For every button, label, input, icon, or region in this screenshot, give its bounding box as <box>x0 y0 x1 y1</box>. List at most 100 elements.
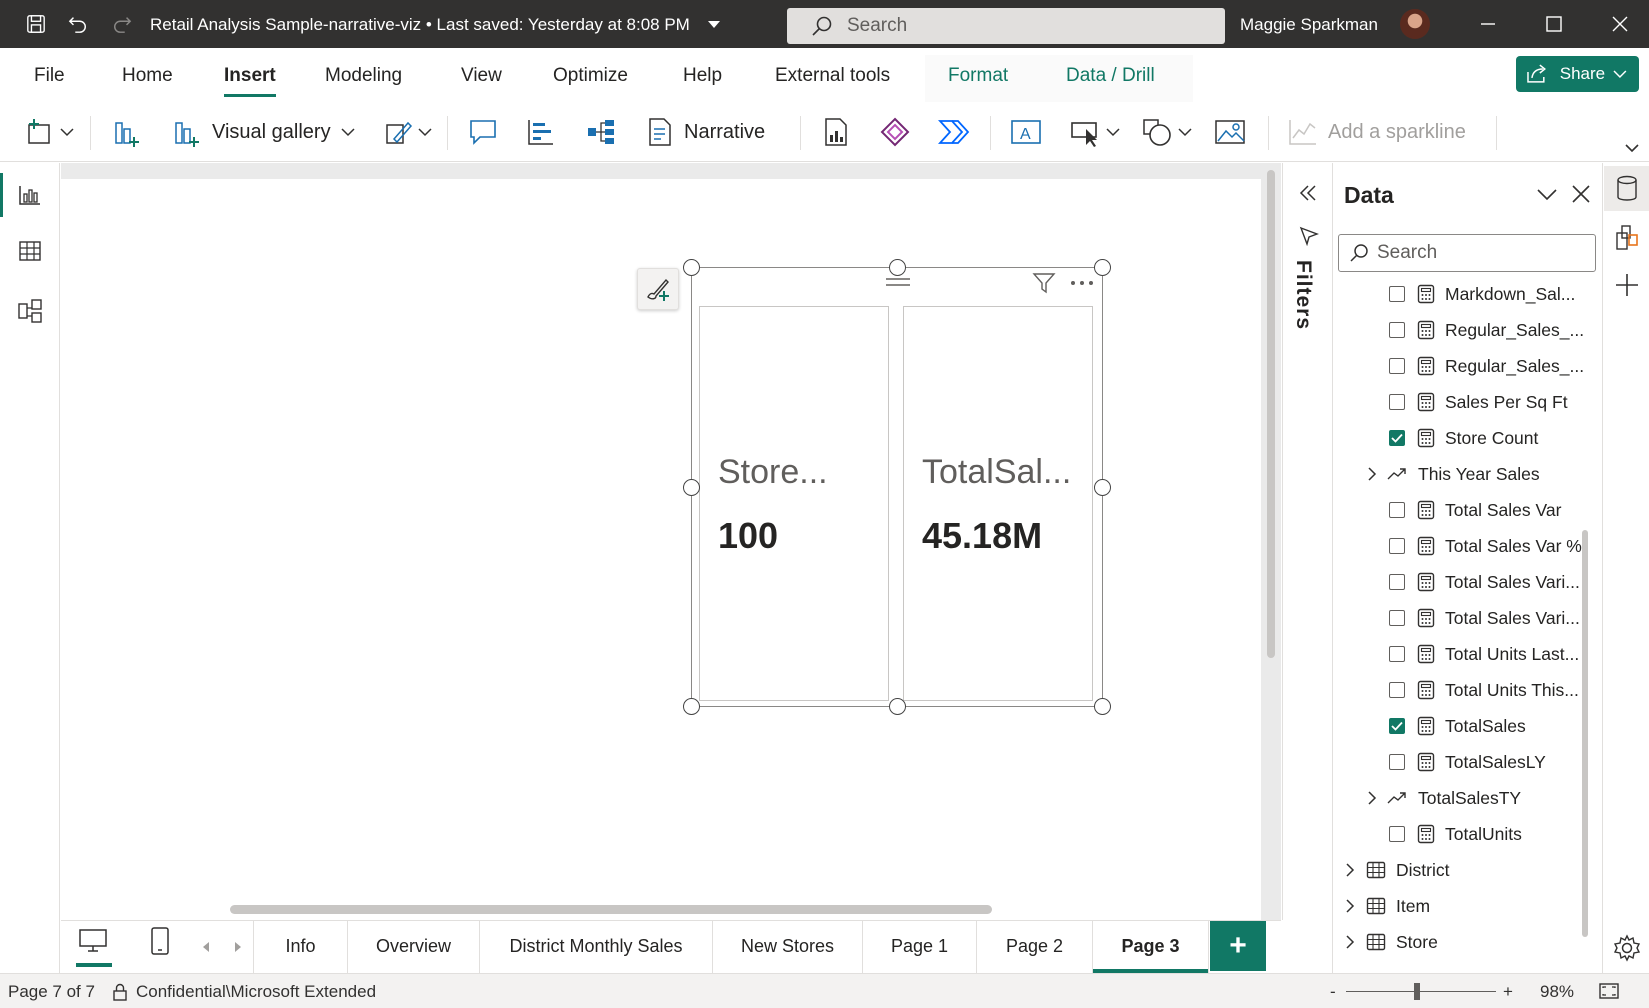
undo-icon[interactable] <box>68 14 88 34</box>
format-visual-button[interactable] <box>637 268 679 310</box>
data-search-input[interactable] <box>1377 242 1577 264</box>
shapes-button[interactable] <box>1142 116 1192 148</box>
collapse-filters-icon[interactable] <box>1298 183 1318 203</box>
tab-file[interactable]: File <box>34 65 65 87</box>
avatar[interactable] <box>1400 9 1430 39</box>
field-checkbox[interactable] <box>1389 322 1405 338</box>
text-box-button[interactable]: A <box>1010 116 1042 148</box>
card-store-count[interactable]: Store... 100 <box>699 306 889 701</box>
table-item[interactable]: District <box>1344 854 1449 886</box>
report-view-icon[interactable] <box>0 167 60 223</box>
scroll-left-icon[interactable] <box>201 940 211 954</box>
chevron-right-icon[interactable] <box>1344 934 1356 950</box>
field-item[interactable]: Total Sales Var <box>1389 494 1561 526</box>
drag-grip[interactable] <box>886 278 910 286</box>
tab-data-drill[interactable]: Data / Drill <box>1066 65 1155 87</box>
shape-pen-button[interactable] <box>384 116 432 148</box>
qa-button[interactable] <box>468 116 498 148</box>
more-options-icon[interactable] <box>1070 279 1094 287</box>
data-search[interactable] <box>1338 234 1596 272</box>
field-item[interactable]: Sales Per Sq Ft <box>1389 386 1568 418</box>
maximize-icon[interactable] <box>1542 12 1566 36</box>
add-sparkline-button[interactable]: Add a sparkline <box>1288 116 1466 148</box>
resize-handle[interactable] <box>683 698 700 715</box>
tab-insert[interactable]: Insert <box>224 65 276 97</box>
field-item[interactable]: Total Sales Var % <box>1389 530 1582 562</box>
chevron-down-icon[interactable] <box>418 127 432 137</box>
image-button[interactable] <box>1214 116 1246 148</box>
sensitivity-label[interactable]: Confidential\Microsoft Extended <box>112 982 376 1002</box>
tab-optimize[interactable]: Optimize <box>553 65 628 87</box>
zoom-slider-thumb[interactable] <box>1414 983 1420 1000</box>
field-checkbox[interactable] <box>1389 358 1405 374</box>
field-item[interactable]: Total Sales Vari... <box>1389 602 1580 634</box>
field-checkbox[interactable] <box>1389 430 1405 446</box>
field-checkbox[interactable] <box>1389 574 1405 590</box>
canvas-horizontal-scrollbar[interactable] <box>230 905 992 914</box>
chevron-right-icon[interactable] <box>1366 466 1378 482</box>
zoom-slider-track[interactable] <box>1346 991 1496 992</box>
tab-view[interactable]: View <box>461 65 502 87</box>
tab-help[interactable]: Help <box>683 65 722 87</box>
close-pane-icon[interactable] <box>1571 184 1591 204</box>
chevron-down-icon[interactable] <box>1106 127 1120 137</box>
tab-external-tools[interactable]: External tools <box>775 65 890 87</box>
redo-icon[interactable] <box>112 14 132 34</box>
power-apps-button[interactable] <box>880 116 910 148</box>
chevron-right-icon[interactable] <box>1366 790 1378 806</box>
new-visual-button[interactable] <box>26 116 74 148</box>
scroll-right-icon[interactable] <box>233 940 243 954</box>
table-item[interactable]: Item <box>1344 890 1430 922</box>
field-item[interactable]: Total Units This... <box>1389 674 1579 706</box>
page-tab[interactable]: Info <box>253 920 348 973</box>
field-checkbox[interactable] <box>1389 538 1405 554</box>
table-item[interactable]: Store <box>1344 926 1438 958</box>
field-checkbox[interactable] <box>1389 610 1405 626</box>
field-item[interactable]: TotalSalesLY <box>1389 746 1546 778</box>
file-title[interactable]: Retail Analysis Sample-narrative-viz • L… <box>150 15 721 35</box>
model-view-icon[interactable] <box>0 283 60 339</box>
resize-handle[interactable] <box>1094 259 1111 276</box>
chevron-down-icon[interactable] <box>1178 127 1192 137</box>
key-influencers-button[interactable] <box>526 116 556 148</box>
field-checkbox[interactable] <box>1389 502 1405 518</box>
tab-format[interactable]: Format <box>948 65 1008 87</box>
page-tab[interactable]: Page 2 <box>977 920 1093 973</box>
field-checkbox[interactable] <box>1389 826 1405 842</box>
field-checkbox[interactable] <box>1389 286 1405 302</box>
page-tab[interactable]: Overview <box>348 920 480 973</box>
resize-handle[interactable] <box>889 259 906 276</box>
minimize-icon[interactable] <box>1476 12 1500 36</box>
power-automate-button[interactable] <box>938 116 970 148</box>
build-visual-button[interactable] <box>112 116 142 148</box>
chevron-down-icon[interactable] <box>1536 188 1558 202</box>
buttons-button[interactable] <box>1070 116 1120 148</box>
fit-to-page-icon[interactable] <box>1598 982 1620 1000</box>
narrative-button[interactable]: Narrative <box>646 116 765 148</box>
zoom-level[interactable]: 98% <box>1540 982 1574 1002</box>
field-checkbox[interactable] <box>1389 754 1405 770</box>
chevron-down-icon[interactable] <box>707 20 721 30</box>
field-checkbox[interactable] <box>1389 646 1405 662</box>
multi-card-visual[interactable]: Store... 100 TotalSal... 45.18M <box>683 259 1111 715</box>
field-item[interactable]: Store Count <box>1389 422 1538 454</box>
desktop-layout-icon[interactable] <box>78 928 110 958</box>
mobile-layout-icon[interactable] <box>150 926 170 961</box>
chevron-right-icon[interactable] <box>1344 862 1356 878</box>
filter-icon[interactable] <box>1032 272 1056 294</box>
page-tab[interactable]: Page 1 <box>863 920 977 973</box>
field-item[interactable]: Regular_Sales_... <box>1389 350 1584 382</box>
decomposition-tree-button[interactable] <box>586 116 616 148</box>
zoom-in-button[interactable]: + <box>1503 982 1513 1002</box>
chevron-down-icon[interactable] <box>60 127 74 137</box>
visual-gallery-button[interactable]: Visual gallery <box>172 116 355 148</box>
settings-gear-icon[interactable] <box>1604 925 1649 970</box>
global-search[interactable]: Search <box>787 8 1225 44</box>
resize-handle[interactable] <box>683 259 700 276</box>
canvas-vertical-scrollbar[interactable] <box>1267 170 1275 658</box>
field-item[interactable]: This Year Sales <box>1366 458 1540 490</box>
field-item[interactable]: Regular_Sales_... <box>1389 314 1584 346</box>
page-tab-active[interactable]: Page 3 <box>1093 920 1209 973</box>
field-item[interactable]: Markdown_Sal... <box>1389 278 1575 310</box>
chevron-down-icon[interactable] <box>1624 142 1640 154</box>
